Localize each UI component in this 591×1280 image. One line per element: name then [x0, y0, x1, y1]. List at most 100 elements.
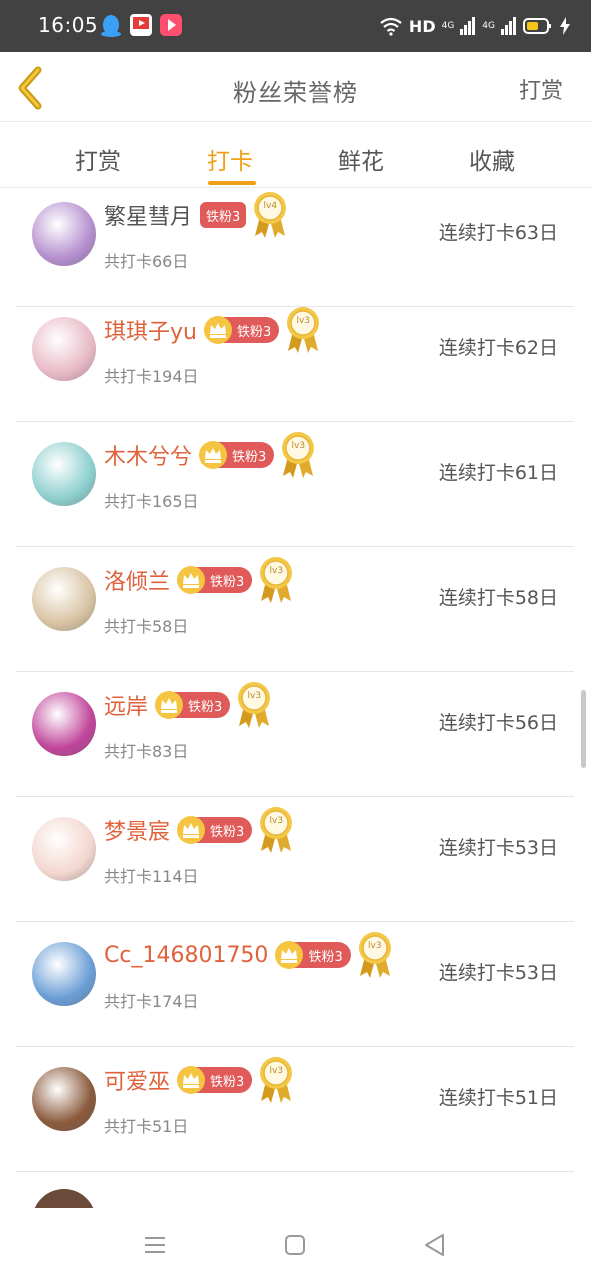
user-name-line: 洛倾兰 铁粉3 lv3 [104, 557, 294, 603]
medal-icon: lv3 [280, 430, 316, 480]
status-bar: 16:05 HD 4G 4G [0, 0, 591, 52]
battery-icon [523, 18, 551, 34]
home-icon[interactable] [282, 1232, 308, 1258]
medal-icon: lv3 [258, 1055, 294, 1105]
total-checkin-days: 共打卡194日 [104, 367, 199, 386]
crown-icon [176, 565, 206, 595]
medal-level-label: lv3 [296, 316, 311, 326]
medal-level-label: lv3 [247, 691, 262, 701]
system-nav-bar [0, 1208, 591, 1280]
charging-icon [560, 17, 570, 35]
total-checkin-days: 共打卡66日 [104, 252, 189, 271]
ranking-row[interactable]: 繁星彗月 铁粉3 lv4 共打卡66日 连续打卡63日 [16, 189, 574, 307]
user-avatar[interactable] [32, 442, 96, 506]
streak-days: 连续打卡63日 [438, 222, 558, 244]
header-reward-button[interactable]: 打赏 [519, 73, 563, 105]
page-title: 粉丝荣誉榜 [233, 79, 358, 107]
ranking-row[interactable]: 可爱巫 铁粉3 lv3 共打卡51日 连续打卡51日 [16, 1047, 574, 1172]
user-avatar[interactable] [32, 317, 96, 381]
signal-icon-2 [501, 17, 516, 35]
medal-level-label: lv3 [367, 941, 382, 951]
user-avatar[interactable] [32, 692, 96, 756]
crown-icon [176, 815, 206, 845]
back-nav-icon[interactable] [422, 1232, 448, 1258]
medal-level-label: lv3 [291, 441, 306, 451]
user-name[interactable]: Cc_146801750 [104, 943, 268, 968]
user-avatar[interactable] [32, 942, 96, 1006]
tab-favorites[interactable]: 收藏 [442, 142, 542, 176]
signal-label-1: 4G [441, 21, 455, 31]
medal-icon: lv3 [258, 555, 294, 605]
user-name[interactable]: 木木兮兮 [104, 439, 192, 471]
signal-label-2: 4G [482, 21, 495, 31]
play-app-icon [160, 14, 182, 36]
user-avatar[interactable] [32, 1189, 96, 1208]
medal-icon: lv3 [357, 930, 393, 980]
user-name-line: 木木兮兮 铁粉3 lv3 [104, 432, 316, 478]
video-app-icon [130, 14, 152, 36]
total-checkin-days: 共打卡83日 [104, 742, 189, 761]
ranking-row[interactable]: 木木兮兮 铁粉3 lv3 共打卡165日 连续打卡61日 [16, 422, 574, 547]
tab-bar: 打赏 打卡 鲜花 收藏 [0, 122, 591, 188]
user-name-line: 可爱巫 铁粉3 lv3 [104, 1057, 294, 1103]
user-name[interactable]: 梦景宸 [104, 814, 170, 846]
crown-icon [154, 690, 184, 720]
tab-flowers[interactable]: 鲜花 [311, 142, 411, 176]
user-name[interactable]: 洛倾兰 [104, 564, 170, 596]
user-avatar[interactable] [32, 567, 96, 631]
streak-days: 连续打卡61日 [438, 462, 558, 484]
user-name[interactable]: 繁星彗月 [104, 199, 192, 231]
ranking-row[interactable]: Cc_146801750 铁粉3 lv3 共打卡174日 连续打卡53日 [16, 922, 574, 1047]
tab-checkin[interactable]: 打卡 [180, 142, 280, 185]
crown-icon [203, 315, 233, 345]
total-checkin-days: 共打卡165日 [104, 492, 199, 511]
user-name[interactable]: 琪琪子yu [104, 314, 197, 346]
user-avatar[interactable] [32, 817, 96, 881]
total-checkin-days: 共打卡114日 [104, 867, 199, 886]
user-avatar[interactable] [32, 1067, 96, 1131]
total-checkin-days: 共打卡51日 [104, 1117, 189, 1136]
user-name-line: Cc_146801750 铁粉3 lv3 [104, 932, 393, 978]
crown-icon [176, 1065, 206, 1095]
total-checkin-days: 共打卡174日 [104, 992, 199, 1011]
streak-days: 连续打卡56日 [438, 712, 558, 734]
tab-reward[interactable]: 打赏 [48, 142, 148, 176]
user-name-line: 琪琪子yu 铁粉3 lv3 [104, 307, 321, 353]
medal-level-label: lv3 [269, 566, 284, 576]
status-indicators: HD 4G 4G [379, 14, 571, 38]
total-checkin-days: 共打卡58日 [104, 617, 189, 636]
wifi-icon [380, 17, 402, 36]
app-header: 粉丝荣誉榜 打赏 [0, 52, 591, 122]
user-name[interactable]: 远岸 [104, 689, 148, 721]
medal-icon: lv3 [285, 305, 321, 355]
crown-icon [274, 940, 304, 970]
streak-days: 连续打卡51日 [438, 1087, 558, 1109]
streak-days: 连续打卡62日 [438, 337, 558, 359]
user-name-line: 梦景宸 铁粉3 lv3 [104, 807, 294, 853]
medal-icon: lv3 [258, 805, 294, 855]
streak-days: 连续打卡53日 [438, 837, 558, 859]
medal-level-label: lv4 [263, 201, 278, 211]
user-name-line: 远岸 铁粉3 lv3 [104, 682, 272, 728]
menu-icon[interactable] [142, 1232, 168, 1258]
streak-days: 连续打卡53日 [438, 962, 558, 984]
status-time: 16:05 [38, 13, 99, 37]
fan-ranking-list: 繁星彗月 铁粉3 lv4 共打卡66日 连续打卡63日 琪琪子yu 铁粉3 lv3 共打卡194… [16, 189, 574, 1208]
medal-level-label: lv3 [269, 816, 284, 826]
ranking-row[interactable]: 琪琪子yu 铁粉3 lv3 共打卡194日 连续打卡62日 [16, 297, 574, 422]
qq-icon [101, 15, 121, 37]
medal-icon: lv4 [252, 190, 288, 240]
medal-level-label: lv3 [269, 1066, 284, 1076]
fan-level-badge: 铁粉3 [200, 202, 247, 228]
streak-days: 连续打卡58日 [438, 587, 558, 609]
ranking-row[interactable]: 梦景宸 铁粉3 lv3 共打卡114日 连续打卡53日 [16, 797, 574, 922]
crown-icon [198, 440, 228, 470]
user-avatar[interactable] [32, 202, 96, 266]
hd-label: HD [408, 16, 436, 36]
ranking-row[interactable]: 洛倾兰 铁粉3 lv3 共打卡58日 连续打卡58日 [16, 547, 574, 672]
user-name[interactable]: 可爱巫 [104, 1064, 170, 1096]
scrollbar[interactable] [581, 690, 586, 768]
user-name-line: 繁星彗月 铁粉3 lv4 [104, 192, 288, 238]
ranking-row[interactable]: 远岸 铁粉3 lv3 共打卡83日 连续打卡56日 [16, 672, 574, 797]
signal-icon [460, 17, 476, 35]
